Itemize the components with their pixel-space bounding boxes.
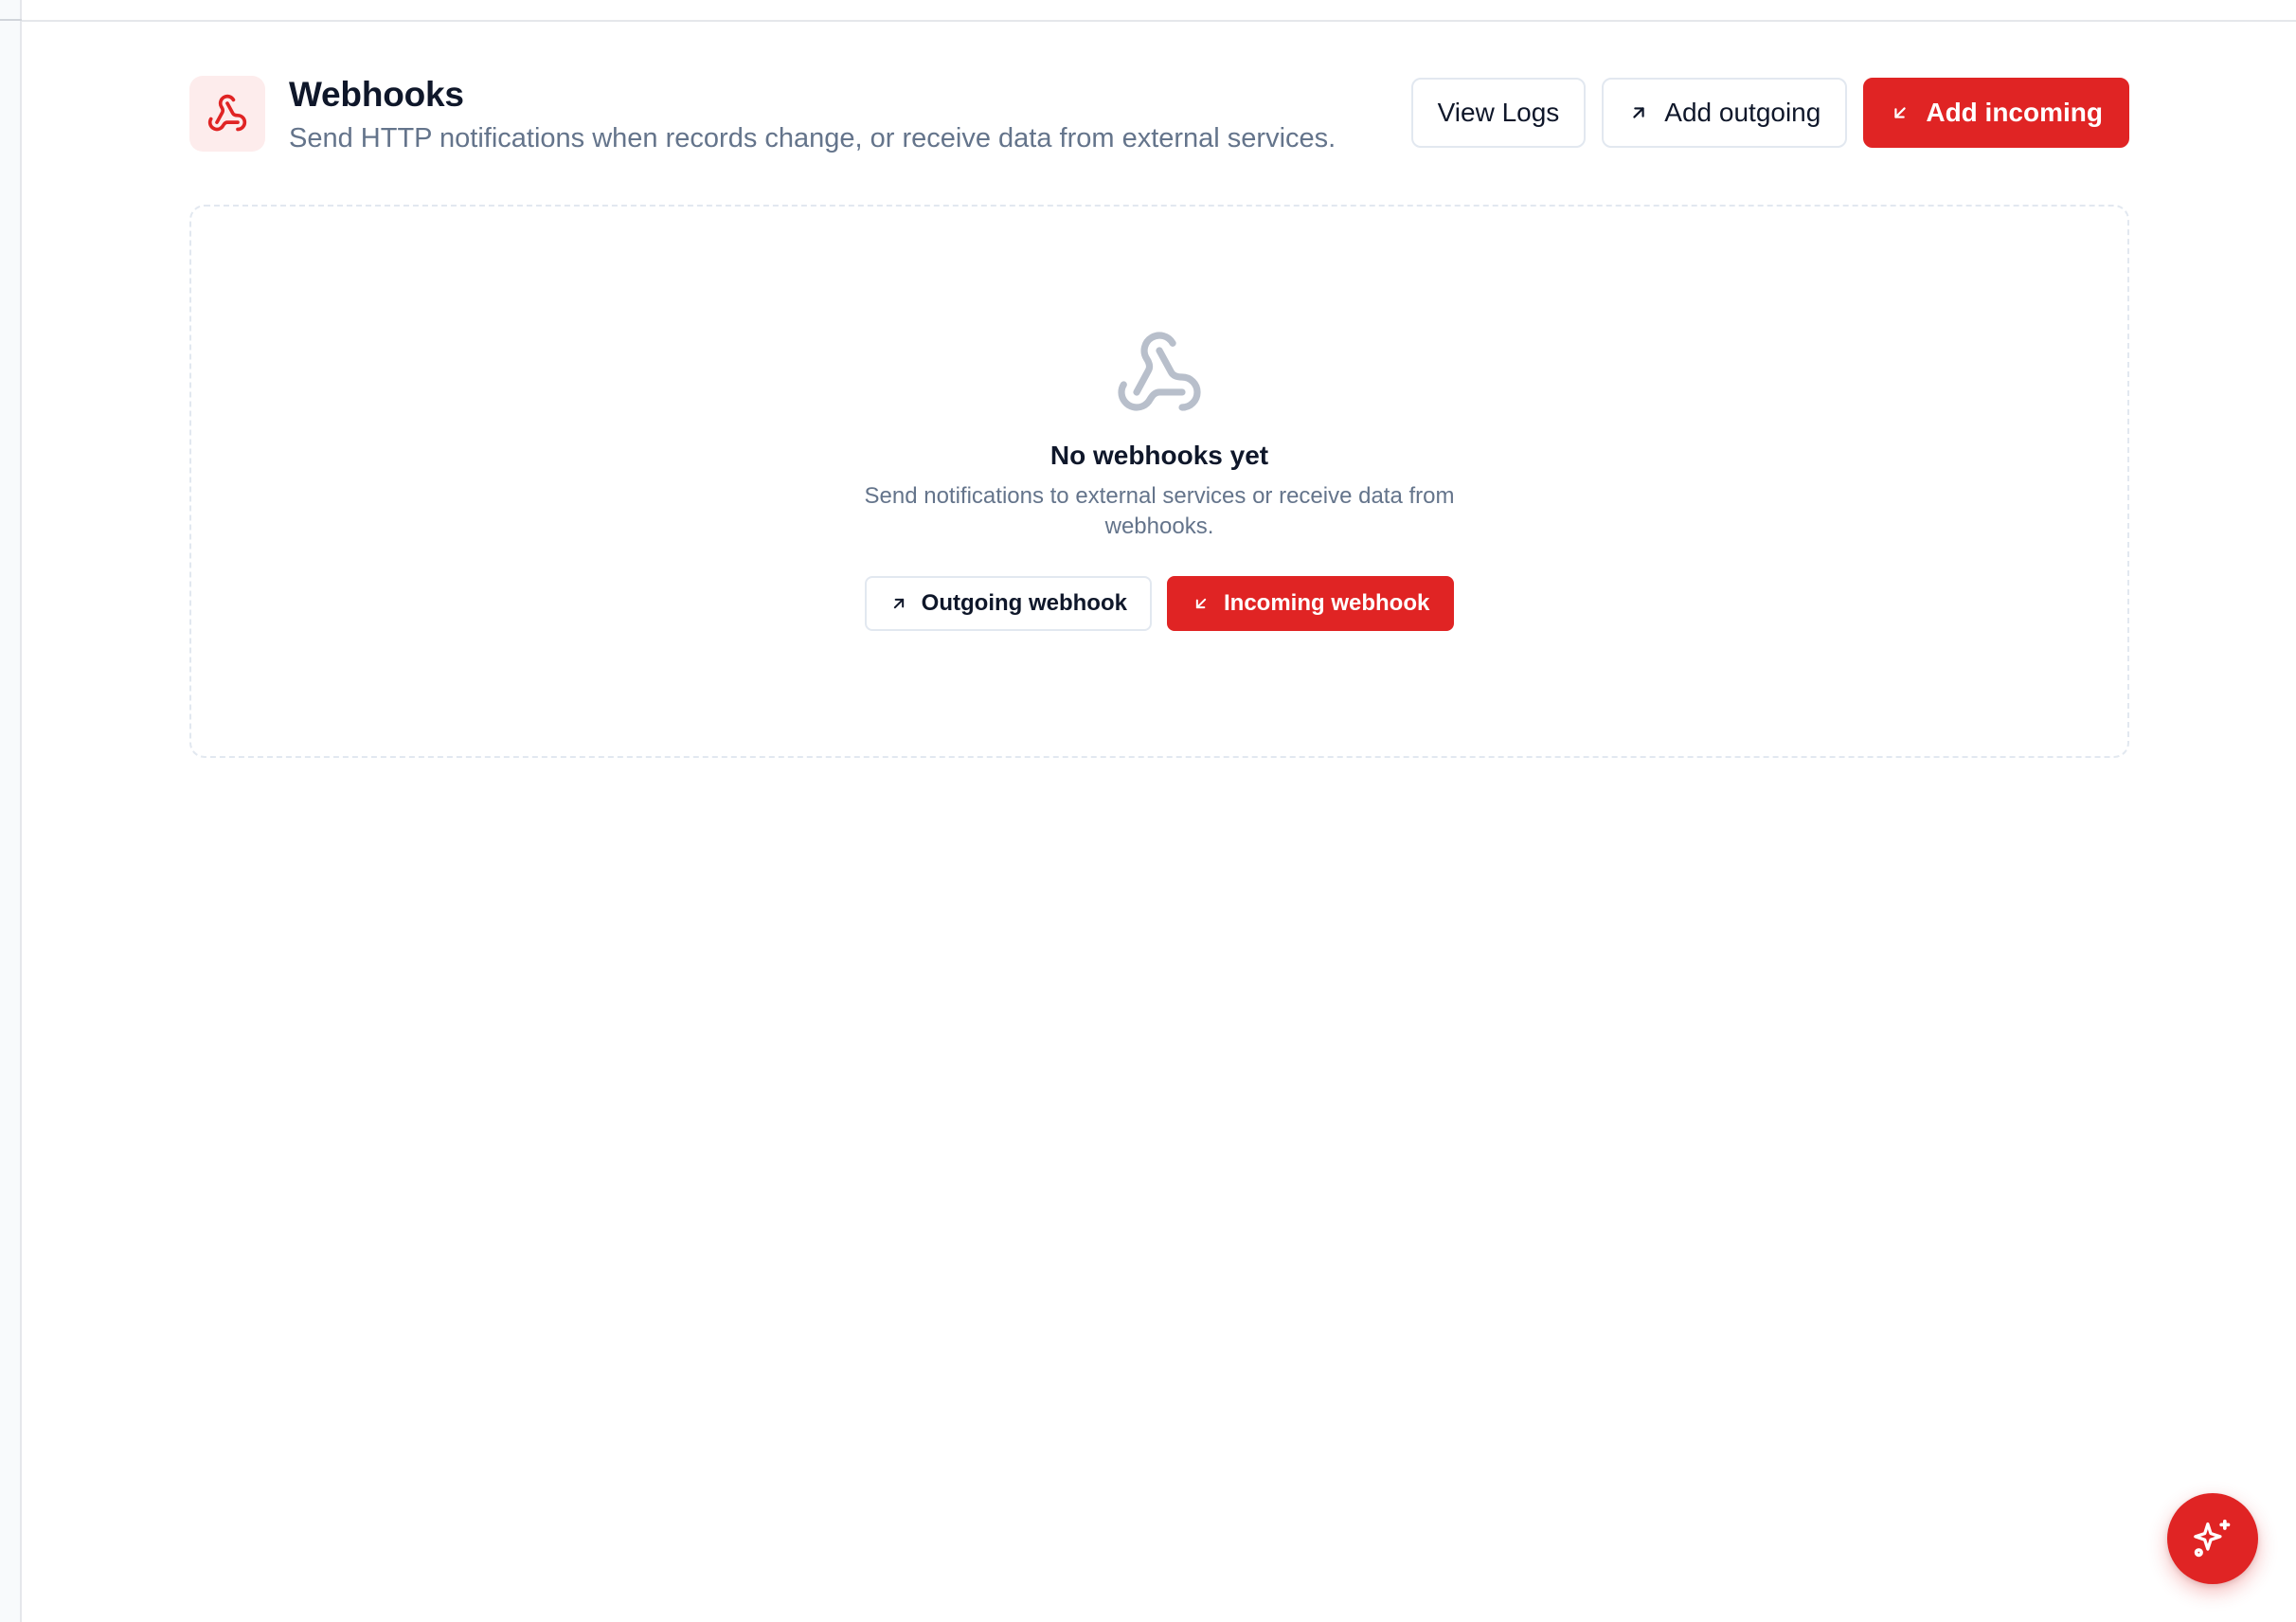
webhook-icon-badge	[189, 76, 265, 152]
outgoing-webhook-label: Outgoing webhook	[921, 590, 1127, 616]
page-title: Webhooks	[289, 75, 464, 114]
view-logs-button[interactable]: View Logs	[1410, 78, 1587, 148]
add-outgoing-label: Add outgoing	[1664, 98, 1821, 127]
add-incoming-button[interactable]: Add incoming	[1863, 78, 2129, 148]
arrow-up-right-icon	[889, 594, 908, 613]
empty-state-actions: Outgoing webhook Incoming webhook	[191, 576, 2127, 631]
incoming-webhook-button[interactable]: Incoming webhook	[1166, 576, 1455, 631]
arrow-up-right-icon	[1628, 102, 1649, 123]
sparkles-icon	[2194, 1519, 2231, 1558]
page-subtitle: Send HTTP notifications when records cha…	[289, 123, 1336, 153]
arrow-down-left-icon	[1890, 102, 1910, 123]
incoming-webhook-label: Incoming webhook	[1223, 590, 1430, 616]
header-actions: View Logs Add outgoing Add incoming	[1410, 78, 2129, 148]
add-incoming-label: Add incoming	[1926, 98, 2103, 127]
page-header: Webhooks Send HTTP notifications when re…	[189, 74, 2129, 153]
empty-state-description: Send notifications to external services …	[864, 483, 1455, 539]
empty-state-card: No webhooks yet Send notifications to ex…	[189, 205, 2129, 758]
outgoing-webhook-button[interactable]: Outgoing webhook	[864, 576, 1152, 631]
left-sidebar-edge	[0, 0, 22, 1622]
ai-assistant-fab[interactable]	[2167, 1493, 2258, 1584]
webhook-icon	[1118, 332, 1201, 411]
sidebar-divider	[0, 19, 22, 21]
add-outgoing-button[interactable]: Add outgoing	[1602, 78, 1848, 148]
app-root: Webhooks Send HTTP notifications when re…	[0, 0, 2296, 1622]
view-logs-label: View Logs	[1437, 98, 1560, 127]
arrow-down-left-icon	[1192, 594, 1211, 613]
empty-state-title: No webhooks yet	[1049, 441, 1269, 470]
empty-state: No webhooks yet Send notifications to ex…	[191, 328, 2127, 631]
header-text: Webhooks Send HTTP notifications when re…	[289, 74, 1336, 155]
webhook-icon	[207, 94, 247, 132]
top-bar	[22, 0, 2296, 22]
